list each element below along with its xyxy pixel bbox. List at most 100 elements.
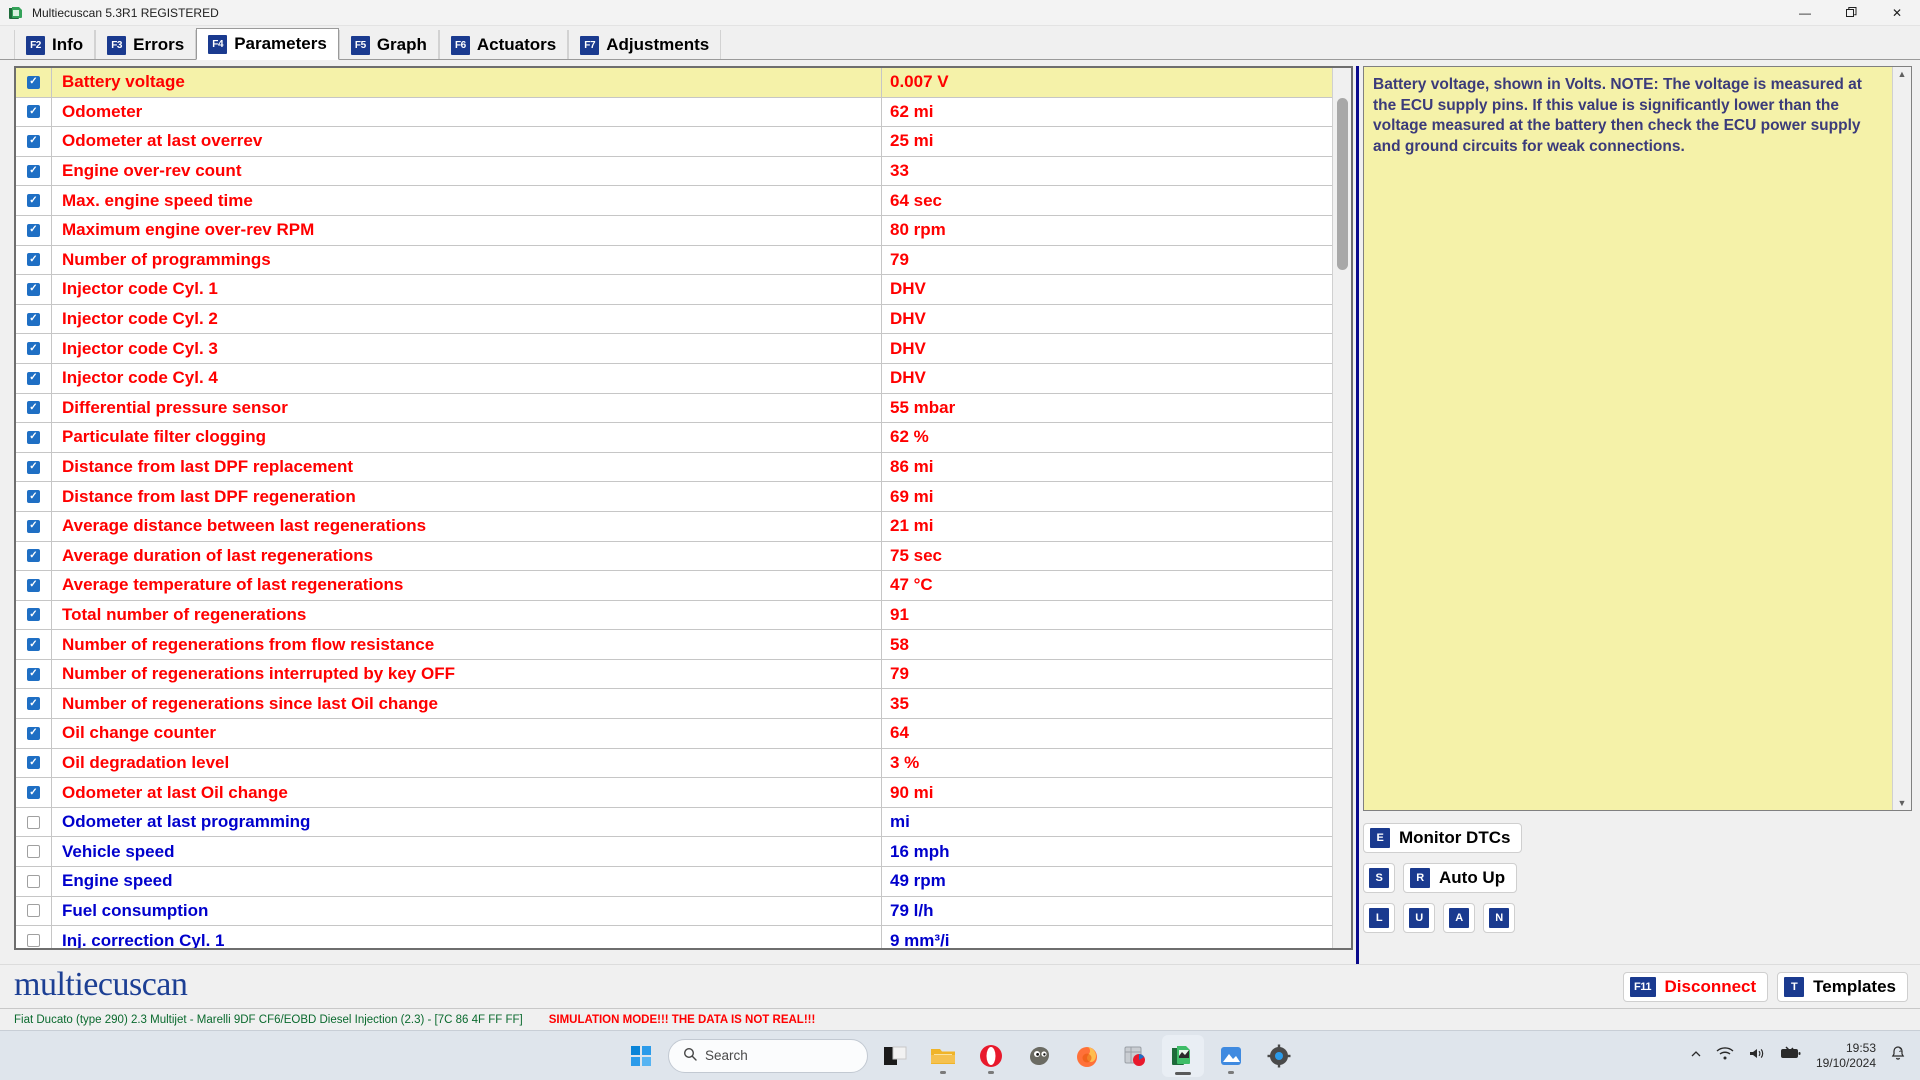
- parameter-checkbox-cell[interactable]: [16, 571, 52, 600]
- parameter-checkbox-cell[interactable]: [16, 304, 52, 334]
- parameter-checkbox[interactable]: [27, 904, 40, 918]
- parameter-checkbox-cell[interactable]: [16, 68, 52, 97]
- tab-errors[interactable]: F3 Errors: [95, 30, 197, 60]
- table-row[interactable]: Odometer at last overrev 25 mi: [16, 127, 1332, 157]
- parameter-checkbox-cell[interactable]: [16, 748, 52, 778]
- parameter-checkbox[interactable]: [27, 549, 40, 563]
- start-icon[interactable]: [620, 1035, 662, 1077]
- opera-icon[interactable]: [970, 1035, 1012, 1077]
- table-row[interactable]: Number of regenerations interrupted by k…: [16, 659, 1332, 690]
- tab-info[interactable]: F2 Info: [14, 30, 96, 60]
- table-row[interactable]: Oil change counter 64: [16, 719, 1332, 749]
- tab-adjustments[interactable]: F7 Adjustments: [568, 30, 722, 60]
- parameter-checkbox[interactable]: [27, 253, 40, 267]
- settings-icon[interactable]: [1258, 1035, 1300, 1077]
- notifications-icon[interactable]: z: [1890, 1045, 1906, 1066]
- parameter-checkbox[interactable]: [27, 342, 40, 356]
- key-button-n[interactable]: N: [1483, 903, 1515, 933]
- close-button[interactable]: ✕: [1874, 0, 1920, 26]
- photos-icon[interactable]: [1210, 1035, 1252, 1077]
- tab-actuators[interactable]: F6 Actuators: [438, 30, 569, 60]
- parameter-checkbox[interactable]: [27, 134, 40, 148]
- grid-scrollbar-thumb[interactable]: [1337, 98, 1348, 270]
- parameter-checkbox[interactable]: [27, 608, 40, 622]
- stop-button[interactable]: S: [1363, 863, 1395, 893]
- table-row[interactable]: Injector code Cyl. 3 DHV: [16, 334, 1332, 364]
- parameter-checkbox[interactable]: [27, 638, 40, 652]
- parameter-checkbox[interactable]: [27, 312, 40, 326]
- wifi-icon[interactable]: [1716, 1046, 1734, 1066]
- table-row[interactable]: Engine over-rev count 33: [16, 156, 1332, 187]
- parameter-checkbox[interactable]: [27, 667, 40, 681]
- disconnect-button[interactable]: F11 Disconnect: [1622, 971, 1769, 1002]
- parameter-checkbox-cell[interactable]: [16, 837, 52, 867]
- parameter-checkbox-cell[interactable]: [16, 363, 52, 393]
- table-row[interactable]: Number of regenerations since last Oil c…: [16, 689, 1332, 720]
- parameter-checkbox[interactable]: [27, 815, 40, 829]
- parameter-checkbox-cell[interactable]: [16, 511, 52, 541]
- table-row[interactable]: Maximum engine over-rev RPM 80 rpm: [16, 215, 1332, 246]
- table-row[interactable]: Max. engine speed time 64 sec: [16, 186, 1332, 216]
- gimp-icon[interactable]: [1018, 1035, 1060, 1077]
- table-row[interactable]: Odometer at last Oil change 90 mi: [16, 778, 1332, 808]
- parameter-checkbox[interactable]: [27, 697, 40, 711]
- parameter-checkbox[interactable]: [27, 75, 40, 89]
- parameter-checkbox[interactable]: [27, 756, 40, 770]
- table-row[interactable]: Battery voltage 0.007 V: [16, 68, 1332, 98]
- minimize-button[interactable]: —: [1782, 0, 1828, 26]
- table-row[interactable]: Engine speed 49 rpm: [16, 867, 1332, 897]
- parameter-checkbox[interactable]: [27, 519, 40, 533]
- key-button-a[interactable]: A: [1443, 903, 1475, 933]
- parameter-checkbox-cell[interactable]: [16, 275, 52, 304]
- parameter-checkbox-cell[interactable]: [16, 393, 52, 423]
- info-panel-scrollbar[interactable]: ▲ ▼: [1892, 67, 1911, 810]
- parameter-checkbox-cell[interactable]: [16, 541, 52, 571]
- tab-graph[interactable]: F5 Graph: [338, 30, 439, 60]
- parameter-checkbox-cell[interactable]: [16, 689, 52, 719]
- clock[interactable]: 19:53 19/10/2024: [1816, 1041, 1876, 1071]
- key-button-l[interactable]: L: [1363, 903, 1395, 933]
- table-row[interactable]: Injector code Cyl. 2 DHV: [16, 304, 1332, 335]
- table-row[interactable]: Average distance between last regenerati…: [16, 511, 1332, 542]
- parameter-checkbox-cell[interactable]: [16, 156, 52, 186]
- search-input[interactable]: Search: [668, 1038, 868, 1073]
- parameter-checkbox-cell[interactable]: [16, 334, 52, 363]
- scroll-down-icon[interactable]: ▼: [1893, 798, 1911, 808]
- parameter-checkbox-cell[interactable]: [16, 245, 52, 275]
- battery-icon[interactable]: [1780, 1046, 1802, 1065]
- parameter-checkbox-cell[interactable]: [16, 719, 52, 748]
- parameter-checkbox-cell[interactable]: [16, 186, 52, 215]
- parameter-checkbox-cell[interactable]: [16, 926, 52, 948]
- parameter-checkbox-cell[interactable]: [16, 452, 52, 482]
- templates-button[interactable]: T Templates: [1777, 971, 1908, 1002]
- parameter-checkbox-cell[interactable]: [16, 778, 52, 807]
- table-row[interactable]: Odometer 62 mi: [16, 97, 1332, 128]
- multiecuscan-icon[interactable]: [1162, 1034, 1204, 1077]
- parameter-checkbox[interactable]: [27, 934, 40, 948]
- table-row[interactable]: Number of regenerations from flow resist…: [16, 630, 1332, 660]
- parameter-checkbox-cell[interactable]: [16, 659, 52, 689]
- parameter-checkbox-cell[interactable]: [16, 127, 52, 156]
- parameter-checkbox-cell[interactable]: [16, 215, 52, 245]
- maximize-button[interactable]: [1828, 0, 1874, 26]
- parameter-checkbox-cell[interactable]: [16, 600, 52, 630]
- key-button-u[interactable]: U: [1403, 903, 1435, 933]
- file-explorer-dark-icon[interactable]: [874, 1035, 916, 1077]
- parameter-checkbox[interactable]: [27, 874, 40, 888]
- folder-icon[interactable]: [922, 1035, 964, 1077]
- table-row[interactable]: Distance from last DPF regeneration 69 mi: [16, 482, 1332, 512]
- table-row[interactable]: Injector code Cyl. 1 DHV: [16, 275, 1332, 305]
- parameter-checkbox-cell[interactable]: [16, 807, 52, 837]
- parameter-checkbox[interactable]: [27, 845, 40, 859]
- parameter-checkbox[interactable]: [27, 490, 40, 504]
- monitor-dtcs-button[interactable]: E Monitor DTCs: [1363, 823, 1523, 853]
- parameter-checkbox[interactable]: [27, 786, 40, 800]
- show-hidden-icons-icon[interactable]: [1690, 1047, 1702, 1065]
- table-row[interactable]: Total number of regenerations 91: [16, 600, 1332, 631]
- table-row[interactable]: Average duration of last regenerations 75…: [16, 541, 1332, 572]
- table-row[interactable]: Inj. correction Cyl. 1 9 mm³/i: [16, 926, 1332, 948]
- parameter-checkbox[interactable]: [27, 105, 40, 119]
- database-icon[interactable]: [1114, 1035, 1156, 1077]
- table-row[interactable]: Average temperature of last regeneration…: [16, 571, 1332, 601]
- auto-up-button[interactable]: R Auto Up: [1403, 863, 1518, 893]
